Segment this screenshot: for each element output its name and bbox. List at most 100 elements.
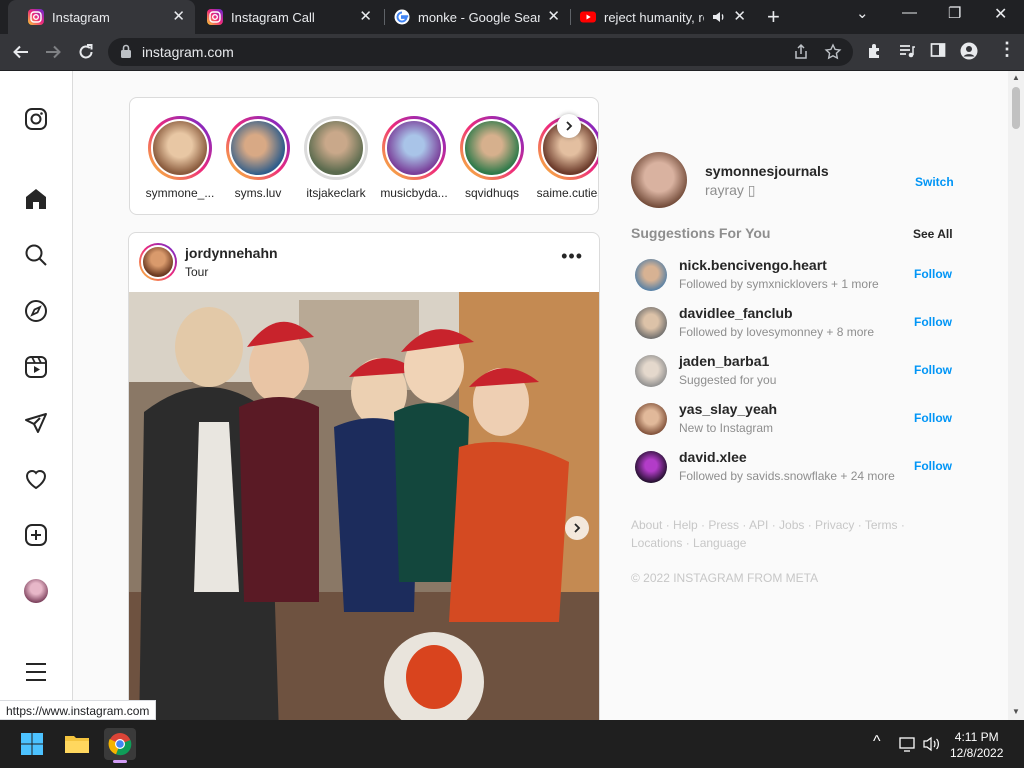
scroll-up-arrow-icon[interactable]: ▲ [1012, 73, 1020, 82]
browser-tab-strip: Instagram ✕ Instagram Call ✕ monke - Goo… [0, 0, 1024, 34]
suggestion-subtitle: New to Instagram [679, 421, 774, 435]
minimize-button[interactable]: — [902, 4, 917, 21]
google-icon [394, 9, 410, 25]
see-all-button[interactable]: See All [913, 227, 953, 241]
story-item[interactable]: itsjakeclark [301, 116, 371, 200]
share-icon[interactable] [792, 43, 810, 61]
post-options-icon[interactable]: ••• [561, 247, 583, 265]
side-panel-icon[interactable] [930, 42, 946, 58]
profile-icon[interactable] [960, 42, 978, 60]
messages-send-icon[interactable] [23, 410, 49, 436]
post-location[interactable]: Tour [185, 265, 208, 279]
audio-playing-icon[interactable] [712, 10, 726, 24]
explore-compass-icon[interactable] [23, 298, 49, 324]
follow-button[interactable]: Follow [914, 267, 952, 281]
file-explorer-button[interactable] [61, 728, 93, 760]
post-author-avatar[interactable] [139, 243, 177, 281]
copyright-text: © 2022 INSTAGRAM FROM META [631, 571, 819, 585]
suggestion-username[interactable]: yas_slay_yeah [679, 401, 777, 417]
scroll-down-arrow-icon[interactable]: ▼ [1012, 707, 1020, 716]
create-post-icon[interactable] [23, 522, 49, 548]
story-username: musicbyda... [380, 186, 448, 200]
lock-icon[interactable] [120, 44, 132, 59]
close-window-button[interactable]: ✕ [994, 4, 1007, 24]
tab-youtube[interactable]: reject humanity, re ✕ [560, 0, 756, 34]
address-bar[interactable]: instagram.com [108, 38, 853, 66]
suggestion-avatar[interactable] [635, 259, 667, 291]
suggestion-avatar[interactable] [635, 403, 667, 435]
system-clock[interactable]: 4:11 PM 12/8/2022 [950, 729, 1003, 761]
extensions-icon[interactable] [866, 42, 884, 60]
stories-next-button[interactable] [557, 114, 581, 138]
instagram-logo-icon[interactable] [23, 106, 49, 132]
follow-button[interactable]: Follow [914, 459, 952, 473]
suggestion-avatar[interactable] [635, 307, 667, 339]
url-text: instagram.com [142, 44, 234, 60]
suggestion-username[interactable]: david.xlee [679, 449, 747, 465]
more-menu-icon[interactable] [23, 659, 49, 685]
close-tab-icon[interactable]: ✕ [547, 9, 560, 25]
home-icon[interactable] [23, 186, 49, 212]
follow-button[interactable]: Follow [914, 363, 952, 377]
follow-button[interactable]: Follow [914, 315, 952, 329]
post-username[interactable]: jordynnehahn [185, 245, 278, 261]
new-tab-button[interactable]: + [767, 6, 780, 28]
network-icon[interactable] [899, 736, 917, 752]
profile-avatar[interactable] [23, 578, 49, 604]
stories-tray: symmone_... syms.luv itsjakeclark musicb… [129, 97, 599, 215]
forward-button[interactable] [42, 41, 64, 63]
current-user-avatar[interactable] [631, 152, 687, 208]
tab-instagram-call[interactable]: Instagram Call ✕ [187, 0, 382, 34]
start-button[interactable] [16, 728, 48, 760]
story-item[interactable]: sqvidhuqs [457, 116, 527, 200]
suggestion-avatar[interactable] [635, 451, 667, 483]
story-avatar [229, 119, 287, 177]
restore-button[interactable]: ❐ [948, 4, 961, 22]
folder-icon [65, 736, 89, 753]
clock-time: 4:11 PM [954, 730, 999, 744]
page-scrollbar[interactable]: ▲ ▼ [1008, 71, 1024, 720]
chrome-taskbar-button[interactable] [104, 728, 136, 763]
story-username: syms.luv [234, 186, 282, 200]
reload-button[interactable] [75, 41, 97, 63]
story-item[interactable]: syms.luv [223, 116, 293, 200]
suggestion-username[interactable]: jaden_barba1 [679, 353, 769, 369]
photo-next-button[interactable] [565, 516, 589, 540]
story-username: saime.cuties [536, 186, 599, 200]
switch-account-button[interactable]: Switch [915, 175, 954, 189]
close-tab-icon[interactable]: ✕ [172, 9, 185, 25]
story-item[interactable]: symmone_... [145, 116, 215, 200]
close-tab-icon[interactable]: ✕ [733, 9, 746, 25]
chrome-menu-icon[interactable]: ⋮ [998, 39, 1016, 60]
post-photo[interactable] [129, 292, 600, 720]
tab-google-search[interactable]: monke - Google Search ✕ [374, 0, 570, 34]
instagram-icon [28, 9, 44, 25]
suggestion-item: nick.bencivengo.heart Followed by symxni… [635, 257, 955, 293]
suggestions-title: Suggestions For You [631, 225, 771, 241]
notifications-heart-icon[interactable] [23, 466, 49, 492]
suggestion-username[interactable]: nick.bencivengo.heart [679, 257, 827, 273]
back-button[interactable] [10, 41, 32, 63]
tab-search-icon[interactable]: ⌄ [856, 4, 869, 22]
current-username[interactable]: symonnesjournals [705, 163, 829, 179]
tab-title: Instagram Call [231, 9, 315, 25]
suggestion-subtitle: Followed by lovesymonney + 8 more [679, 325, 875, 339]
chevron-right-icon [574, 523, 581, 533]
story-item[interactable]: musicbyda... [379, 116, 449, 200]
volume-icon[interactable] [923, 736, 941, 752]
reels-icon[interactable] [23, 354, 49, 380]
scrollbar-thumb[interactable] [1012, 87, 1020, 129]
story-username: symmone_... [145, 186, 215, 200]
show-hidden-icons-chevron-icon[interactable]: ^ [873, 733, 881, 751]
bookmark-star-icon[interactable] [824, 43, 842, 61]
media-control-icon[interactable] [898, 42, 916, 60]
suggestion-avatar[interactable] [635, 355, 667, 387]
clock-date: 12/8/2022 [950, 746, 1004, 760]
suggestion-username[interactable]: davidlee_fanclub [679, 305, 793, 321]
suggestion-item: davidlee_fanclub Followed by lovesymonne… [635, 305, 955, 341]
follow-button[interactable]: Follow [914, 411, 952, 425]
search-icon[interactable] [23, 242, 49, 268]
footer-links[interactable]: About · Help · Press · API · Jobs · Priv… [631, 516, 951, 552]
close-tab-icon[interactable]: ✕ [359, 9, 372, 25]
tab-instagram[interactable]: Instagram ✕ [8, 0, 195, 34]
